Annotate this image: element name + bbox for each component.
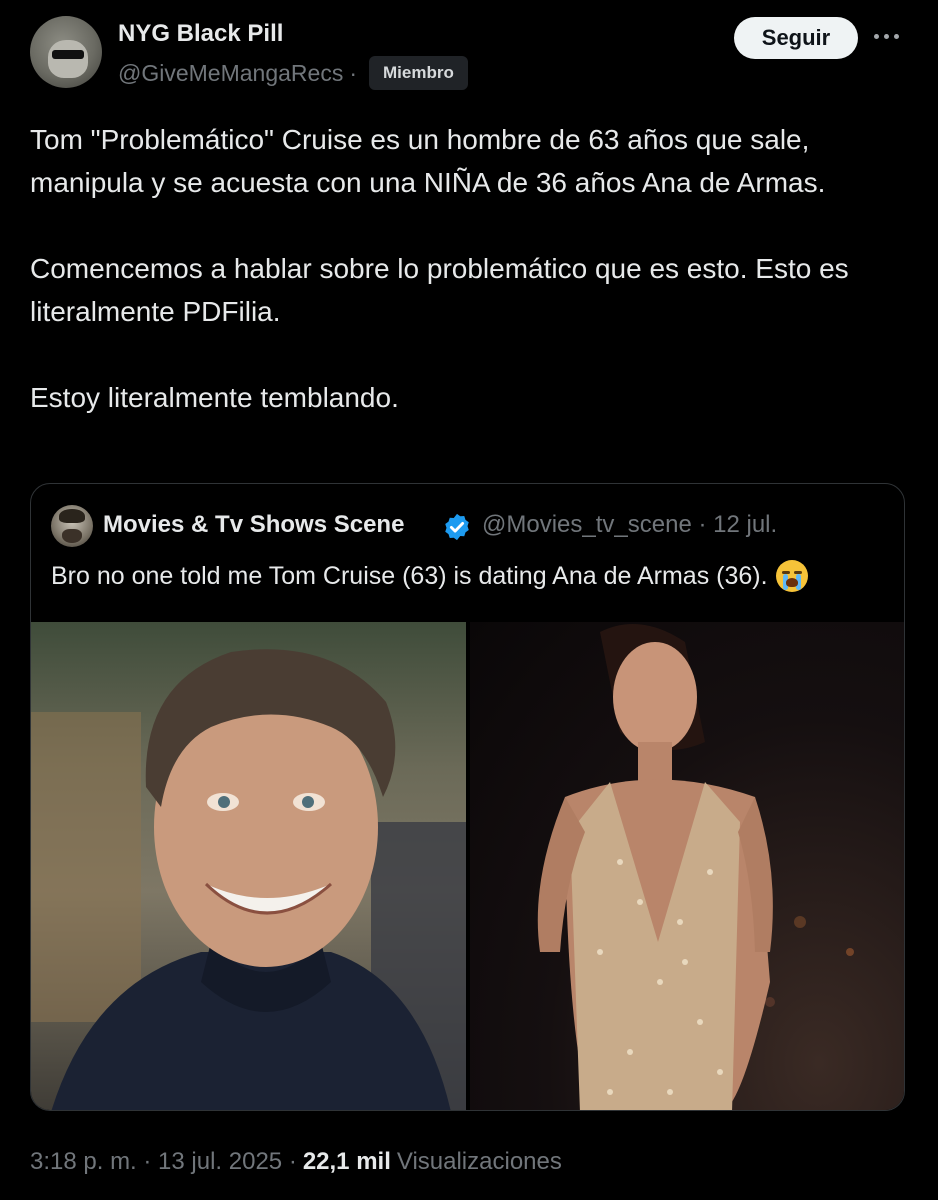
author-handle-row: @GiveMeMangaRecs · Miembro <box>118 56 468 90</box>
quote-text: Bro no one told me Tom Cruise (63) is da… <box>51 561 768 590</box>
more-horizontal-icon[interactable] <box>874 24 906 48</box>
more-dot <box>894 33 899 39</box>
tweet-paragraph-2: Comencemos a hablar sobre lo problemátic… <box>30 253 849 327</box>
member-badge[interactable]: Miembro <box>369 56 468 90</box>
quote-author-avatar[interactable] <box>51 505 93 547</box>
loudly-crying-face-icon <box>775 560 808 592</box>
quote-author-name[interactable]: Movies & Tv Shows Scene <box>103 511 404 539</box>
avatar-dog-face <box>48 40 88 78</box>
follow-button[interactable]: Seguir <box>734 17 858 59</box>
separator-dot: · <box>349 59 357 86</box>
tweet-text: Tom "Problemático" Cruise es un hombre d… <box>30 118 915 462</box>
verified-badge-icon <box>445 513 469 541</box>
avatar-sunglasses-icon <box>52 50 84 59</box>
quote-photo-right[interactable] <box>470 622 904 1110</box>
quote-text-row: Bro no one told me Tom Cruise (63) is da… <box>51 560 808 592</box>
author-handle[interactable]: @GiveMeMangaRecs <box>118 60 343 87</box>
views-count: 22,1 mil <box>302 1148 391 1175</box>
woman-portrait-image <box>537 624 854 1110</box>
avatar-beard <box>62 529 82 543</box>
man-portrait-image <box>31 649 466 1110</box>
more-dot <box>874 33 879 39</box>
tweet-timestamp[interactable]: 3:18 p. m. · 13 jul. 2025 · <box>30 1148 297 1176</box>
author-avatar[interactable] <box>30 16 102 88</box>
tweet-paragraph-3: Estoy literalmente temblando. <box>30 382 399 413</box>
quoted-tweet-card[interactable]: Movies & Tv Shows Scene @Movies_tv_scene… <box>30 483 905 1111</box>
views-label: Visualizaciones <box>396 1148 562 1175</box>
author-display-name[interactable]: NYG Black Pill <box>118 20 283 48</box>
tweet-meta-row: 3:18 p. m. · 13 jul. 2025 · 22,1 mil Vis… <box>30 1148 562 1176</box>
quote-author-handle-date[interactable]: @Movies_tv_scene · 12 jul. <box>482 511 777 539</box>
more-dot <box>884 33 889 39</box>
avatar-hair <box>59 509 85 523</box>
tweet-paragraph-1: Tom "Problemático" Cruise es un hombre d… <box>30 124 826 198</box>
quote-photo-left[interactable] <box>31 622 466 1110</box>
